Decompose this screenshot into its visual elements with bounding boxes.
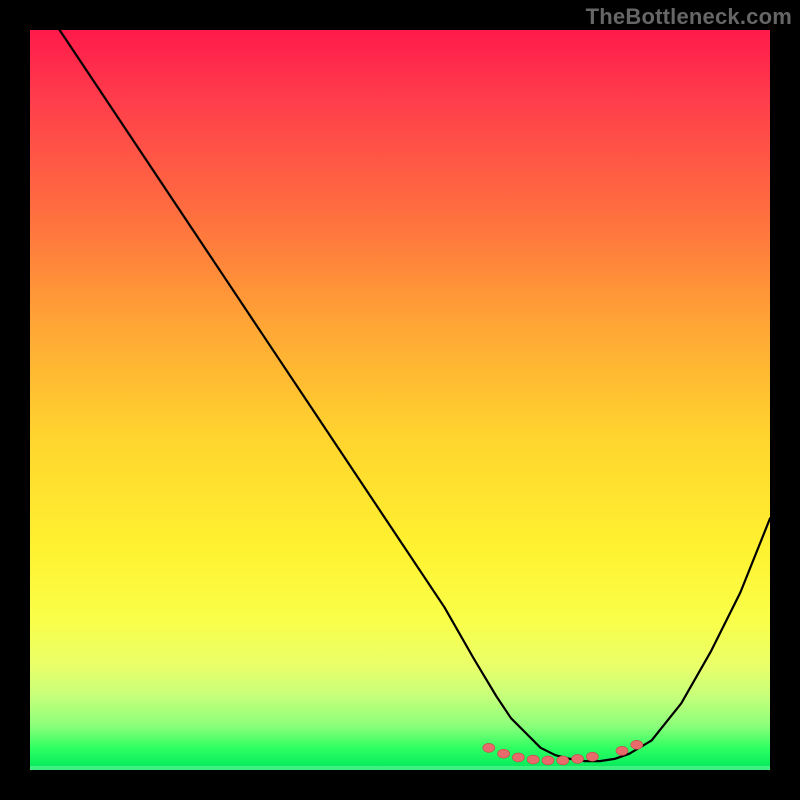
curve-marker (498, 749, 510, 758)
marker-group (483, 740, 643, 765)
curve-marker (483, 743, 495, 752)
curve-marker (616, 746, 628, 755)
curve-marker (572, 754, 584, 763)
watermark-text: TheBottleneck.com (586, 4, 792, 30)
curve-marker (512, 753, 524, 762)
plot-area (30, 30, 770, 770)
chart-frame: TheBottleneck.com (0, 0, 800, 800)
curve-svg (30, 30, 770, 770)
curve-marker (542, 756, 554, 765)
curve-marker (631, 740, 643, 749)
bottleneck-curve (60, 30, 770, 761)
curve-marker (586, 752, 598, 761)
curve-marker (557, 756, 569, 765)
curve-marker (527, 755, 539, 764)
